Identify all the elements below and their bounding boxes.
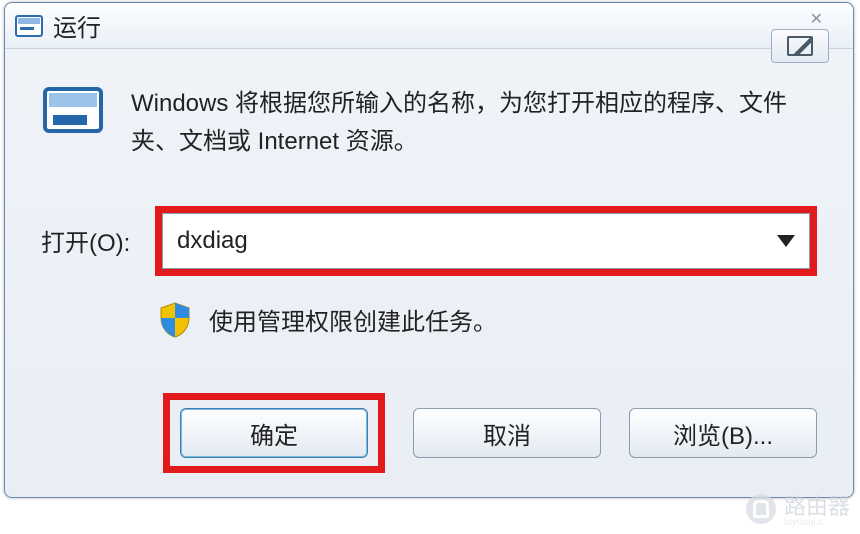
run-title-icon (15, 15, 43, 37)
intro-text: Windows 将根据您所输入的名称，为您打开相应的程序、文件夹、文档或 Int… (131, 85, 817, 162)
open-row: 打开(O): (41, 206, 817, 276)
lock-icon (746, 494, 776, 524)
open-input[interactable] (177, 227, 777, 255)
shield-icon (159, 302, 191, 338)
content-area: Windows 将根据您所输入的名称，为您打开相应的程序、文件夹、文档或 Int… (5, 49, 853, 348)
close-x-icon[interactable]: ✕ (810, 9, 823, 29)
ok-button[interactable]: 确定 (180, 408, 368, 458)
browse-button[interactable]: 浏览(B)... (629, 408, 817, 458)
cancel-button[interactable]: 取消 (413, 408, 601, 458)
open-label: 打开(O): (41, 223, 149, 258)
admin-text: 使用管理权限创建此任务。 (209, 302, 497, 337)
admin-row: 使用管理权限创建此任务。 (159, 302, 817, 338)
run-icon (41, 85, 105, 137)
open-combobox[interactable] (162, 213, 810, 269)
watermark-text: 路由器 (784, 494, 850, 519)
watermark: 路由器 luyouqi.c (746, 489, 850, 528)
run-dialog: 运行 ✕ Windows 将根据您所输入的名称，为您打开相应的程序、文件夹、文档… (4, 2, 854, 498)
button-row: 确定 取消 浏览(B)... (163, 393, 817, 473)
intro-row: Windows 将根据您所输入的名称，为您打开相应的程序、文件夹、文档或 Int… (41, 85, 817, 162)
ok-highlight: 确定 (163, 393, 385, 473)
titlebar: 运行 (5, 3, 853, 49)
image-placeholder-icon (771, 29, 829, 63)
input-highlight (155, 206, 817, 276)
window-title: 运行 (53, 8, 101, 43)
chevron-down-icon[interactable] (777, 235, 795, 247)
